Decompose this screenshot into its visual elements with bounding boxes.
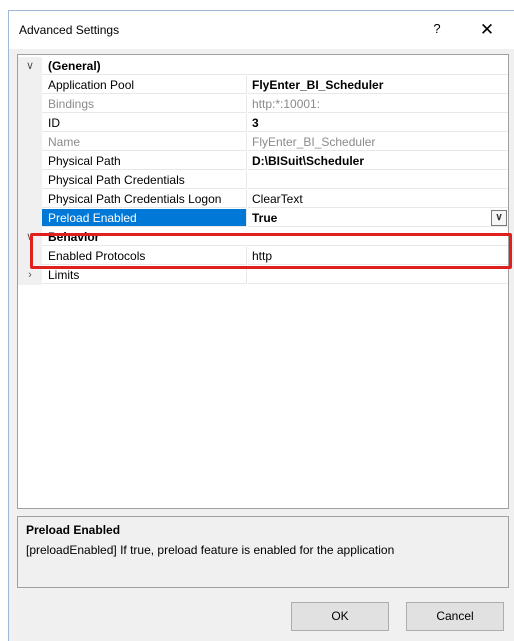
- property-value[interactable]: FlyEnter_BI_Scheduler: [248, 133, 508, 151]
- expand-chevron-icon[interactable]: ›: [18, 266, 42, 285]
- category-label: Limits: [42, 266, 247, 284]
- row-gutter: [18, 190, 42, 209]
- property-name: ID: [42, 114, 247, 132]
- property-row-physical-path[interactable]: Physical Path D:\BISuit\Scheduler: [18, 152, 508, 171]
- row-gutter: [18, 152, 42, 171]
- property-value: True: [252, 211, 278, 225]
- category-label: Behavior: [42, 228, 508, 246]
- property-value[interactable]: D:\BISuit\Scheduler: [248, 152, 508, 170]
- title-bar: Advanced Settings ? ✕: [9, 11, 514, 49]
- cancel-button[interactable]: Cancel: [406, 602, 504, 631]
- property-value-dropdown[interactable]: True ∨: [248, 209, 508, 227]
- property-row-bindings[interactable]: Bindings http:*:10001:: [18, 95, 508, 114]
- row-gutter: [18, 133, 42, 152]
- ok-button[interactable]: OK: [291, 602, 389, 631]
- property-name: Physical Path Credentials: [42, 171, 247, 189]
- property-value[interactable]: 3: [248, 114, 508, 132]
- property-value[interactable]: http:*:10001:: [248, 95, 508, 113]
- category-general[interactable]: ∨ (General): [18, 57, 508, 76]
- property-value[interactable]: http: [248, 247, 508, 265]
- description-panel: Preload Enabled [preloadEnabled] If true…: [17, 516, 509, 588]
- property-name: Physical Path: [42, 152, 247, 170]
- chevron-down-icon[interactable]: ∨: [491, 210, 507, 226]
- property-name: Enabled Protocols: [42, 247, 247, 265]
- property-name: Physical Path Credentials Logon: [42, 190, 247, 208]
- help-button[interactable]: ?: [427, 19, 447, 39]
- close-button[interactable]: ✕: [475, 19, 499, 41]
- property-value[interactable]: FlyEnter_BI_Scheduler: [248, 76, 508, 94]
- property-name: Preload Enabled: [42, 209, 247, 227]
- property-grid: ∨ (General) Application Pool FlyEnter_BI…: [17, 54, 509, 509]
- category-limits[interactable]: › Limits: [18, 266, 508, 285]
- property-row-physical-path-credentials[interactable]: Physical Path Credentials: [18, 171, 508, 190]
- row-gutter: [18, 114, 42, 133]
- property-value: [248, 266, 508, 284]
- row-gutter: [18, 247, 42, 266]
- property-row-id[interactable]: ID 3: [18, 114, 508, 133]
- description-title: Preload Enabled: [26, 523, 121, 537]
- property-value[interactable]: ClearText: [248, 190, 508, 208]
- collapse-chevron-icon[interactable]: ∨: [18, 228, 42, 247]
- property-name: Bindings: [42, 95, 247, 113]
- row-gutter: [18, 76, 42, 95]
- property-name: Application Pool: [42, 76, 247, 94]
- property-row-application-pool[interactable]: Application Pool FlyEnter_BI_Scheduler: [18, 76, 508, 95]
- row-gutter: [18, 209, 42, 228]
- category-behavior[interactable]: ∨ Behavior: [18, 228, 508, 247]
- collapse-chevron-icon[interactable]: ∨: [18, 57, 42, 76]
- property-value[interactable]: [248, 171, 508, 189]
- row-gutter: [18, 171, 42, 190]
- category-label: (General): [42, 57, 508, 75]
- property-name: Name: [42, 133, 247, 151]
- description-text: [preloadEnabled] If true, preload featur…: [26, 543, 395, 557]
- row-gutter: [18, 95, 42, 114]
- dialog-title: Advanced Settings: [19, 23, 120, 37]
- property-row-preload-enabled[interactable]: Preload Enabled True ∨: [18, 209, 508, 228]
- property-row-enabled-protocols[interactable]: Enabled Protocols http: [18, 247, 508, 266]
- property-row-name[interactable]: Name FlyEnter_BI_Scheduler: [18, 133, 508, 152]
- property-row-physical-path-credentials-logon[interactable]: Physical Path Credentials Logon ClearTex…: [18, 190, 508, 209]
